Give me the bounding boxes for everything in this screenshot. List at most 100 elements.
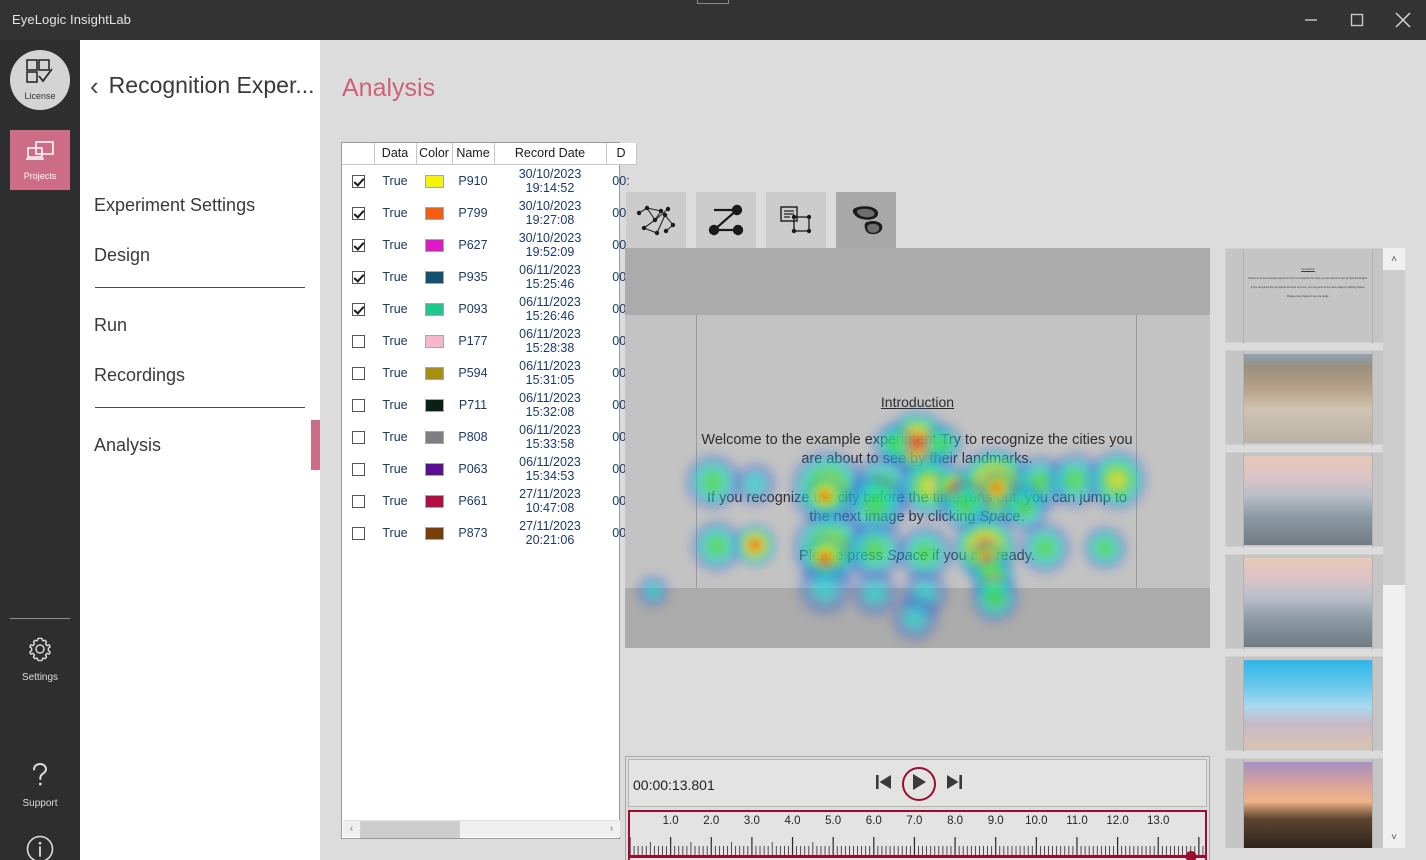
timeline-playline[interactable] [630, 855, 1205, 858]
row-select-cell[interactable] [342, 197, 374, 229]
row-select-cell[interactable] [342, 325, 374, 357]
row-color-cell[interactable] [416, 261, 452, 293]
timeline[interactable]: 1.0 2.0 3.0 4.0 5.0 6.0 7.0 8.0 9.0 10.0 11.0 12.0 1… [628, 810, 1207, 860]
chevron-left-icon[interactable]: ‹ [343, 823, 360, 835]
row-checkbox[interactable] [351, 303, 365, 317]
row-select-cell[interactable] [342, 229, 374, 261]
col-header-name[interactable]: Name [452, 143, 495, 165]
table-row[interactable]: True P873 27/11/2023 20:21:06 00: [342, 517, 636, 549]
col-header-data[interactable]: Data [374, 143, 417, 165]
row-color-cell[interactable] [416, 325, 452, 357]
rail-item-info[interactable]: Info [4, 826, 76, 860]
play-button[interactable] [901, 767, 936, 801]
chevron-up-icon[interactable]: ˄ [1383, 248, 1405, 270]
color-swatch[interactable] [424, 335, 444, 349]
col-header-color[interactable]: Color [416, 143, 453, 165]
color-swatch[interactable] [424, 527, 444, 541]
skip-previous-button[interactable] [872, 771, 894, 798]
color-swatch[interactable] [424, 463, 444, 477]
row-select-cell[interactable] [342, 421, 374, 453]
color-swatch[interactable] [424, 431, 444, 445]
col-header-record-date[interactable]: Record Date [494, 143, 607, 165]
thumbnail-city-skyline-sunset[interactable] [1225, 758, 1389, 848]
table-row[interactable]: True P627 30/10/2023 19:52:09 00: [342, 229, 636, 261]
table-horizontal-scrollbar[interactable]: ‹ › [343, 820, 620, 838]
row-select-cell[interactable] [342, 485, 374, 517]
hscroll-track[interactable] [360, 820, 603, 838]
row-select-cell[interactable] [342, 389, 374, 421]
color-swatch[interactable] [424, 367, 444, 381]
thumbnail-mount-fuji-tokyo-tower-2[interactable] [1225, 554, 1389, 650]
table-row[interactable]: True P808 06/11/2023 15:33:58 00: [342, 421, 636, 453]
thumbnail-mount-fuji-tokyo-tower[interactable] [1225, 452, 1389, 548]
row-color-cell[interactable] [416, 357, 452, 389]
heatmap-viewport[interactable]: Introduction Welcome to the example expe… [625, 248, 1210, 648]
thumbnail-intro-slide[interactable]: Introduction Welcome to the example exper… [1225, 248, 1389, 344]
row-color-cell[interactable] [416, 517, 452, 549]
row-checkbox[interactable] [351, 495, 365, 509]
chevron-right-icon[interactable]: › [603, 823, 620, 835]
skip-next-button[interactable] [944, 771, 966, 798]
table-row[interactable]: True P594 06/11/2023 15:31:05 00: [342, 357, 636, 389]
minimize-button[interactable] [1288, 0, 1334, 40]
vscroll-thumb[interactable] [1383, 270, 1405, 585]
row-select-cell[interactable] [342, 165, 374, 198]
color-swatch[interactable] [424, 495, 444, 509]
row-color-cell[interactable] [416, 229, 452, 261]
hscroll-thumb[interactable] [360, 820, 460, 838]
table-row[interactable]: True P093 06/11/2023 15:26:46 00: [342, 293, 636, 325]
nav-item-experiment-settings[interactable]: Experiment Settings [94, 185, 320, 225]
col-header-duration[interactable]: D [606, 143, 637, 165]
color-swatch[interactable] [424, 175, 444, 189]
table-row[interactable]: True P711 06/11/2023 15:32:08 00: [342, 389, 636, 421]
row-checkbox[interactable] [351, 207, 365, 221]
row-checkbox[interactable] [351, 463, 365, 477]
timeline-playhead-handle[interactable] [1185, 851, 1197, 860]
stimulus-thumbnail-panel[interactable]: Introduction Welcome to the example exper… [1225, 248, 1405, 848]
nav-item-run[interactable]: Run [94, 305, 320, 345]
back-to-projects[interactable]: ‹ Recognition Exper... [90, 72, 315, 99]
color-swatch[interactable] [424, 303, 444, 317]
color-swatch[interactable] [424, 239, 444, 253]
table-row[interactable]: True P799 30/10/2023 19:27:08 00: [342, 197, 636, 229]
maximize-button[interactable] [1334, 0, 1380, 40]
row-color-cell[interactable] [416, 197, 452, 229]
table-row[interactable]: True P661 27/11/2023 10:47:08 00: [342, 485, 636, 517]
row-checkbox[interactable] [351, 431, 365, 445]
rail-item-settings[interactable]: Settings [4, 626, 76, 690]
row-checkbox[interactable] [351, 367, 365, 381]
col-header-select[interactable] [342, 143, 375, 165]
table-row[interactable]: True P935 06/11/2023 15:25:46 00: [342, 261, 636, 293]
row-checkbox[interactable] [351, 527, 365, 541]
table-row[interactable]: True P063 06/11/2023 15:34:53 00: [342, 453, 636, 485]
table-row[interactable]: True P910 30/10/2023 19:14:52 00: [342, 165, 636, 198]
row-checkbox[interactable] [351, 399, 365, 413]
thumbnail-st-peters-square-rome[interactable] [1225, 350, 1389, 446]
rail-item-support[interactable]: Support [4, 752, 76, 816]
row-checkbox[interactable] [351, 239, 365, 253]
color-swatch[interactable] [424, 271, 444, 285]
row-select-cell[interactable] [342, 261, 374, 293]
nav-item-analysis[interactable]: Analysis [94, 425, 320, 465]
rail-item-projects[interactable]: Projects [10, 130, 70, 190]
color-swatch[interactable] [424, 207, 444, 221]
chevron-down-icon[interactable]: ˅ [1383, 826, 1405, 848]
close-button[interactable] [1380, 0, 1426, 40]
row-checkbox[interactable] [351, 271, 365, 285]
nav-item-design[interactable]: Design [94, 235, 320, 275]
row-checkbox[interactable] [351, 335, 365, 349]
row-color-cell[interactable] [416, 453, 452, 485]
row-color-cell[interactable] [416, 421, 452, 453]
row-select-cell[interactable] [342, 517, 374, 549]
rail-item-license[interactable]: License [10, 50, 70, 110]
row-select-cell[interactable] [342, 453, 374, 485]
row-color-cell[interactable] [416, 293, 452, 325]
row-color-cell[interactable] [416, 485, 452, 517]
row-select-cell[interactable] [342, 293, 374, 325]
nav-item-recordings[interactable]: Recordings [94, 355, 320, 395]
row-color-cell[interactable] [416, 389, 452, 421]
thumbnail-vertical-scrollbar[interactable]: ˄ ˅ [1383, 248, 1405, 848]
row-select-cell[interactable] [342, 357, 374, 389]
color-swatch[interactable] [424, 399, 444, 413]
table-row[interactable]: True P177 06/11/2023 15:28:38 00: [342, 325, 636, 357]
